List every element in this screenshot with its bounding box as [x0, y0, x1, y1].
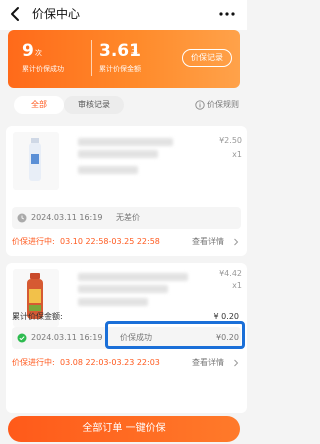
price-protection-page: 价保中心 9 次 累计价保成功 3.61 元 累计价保金额 价保记录 全部 审核…: [0, 0, 247, 444]
product-name-blurred: [78, 138, 173, 146]
highlight-annotation: [105, 321, 245, 349]
status-time: 2024.03.11 16:19: [31, 333, 103, 342]
product-name-blurred: [78, 273, 188, 281]
top-bar: 价保中心: [0, 0, 247, 30]
product-spec-blurred: [78, 166, 138, 174]
progress-range: 03.10 22:58-03.25 22:58: [60, 237, 160, 246]
filter-tabs: 全部 审核记录 价保规则: [0, 94, 247, 122]
total-amount-label: 累计价保金额: [99, 65, 141, 73]
protection-status-row: 2024.03.11 16:19 无差价: [12, 207, 241, 229]
product-price: ¥2.50: [219, 136, 242, 145]
success-count-unit: 次: [35, 49, 42, 57]
clock-icon: [17, 213, 27, 223]
product-image: [13, 132, 59, 190]
accumulated-amount-label: 累计价保金额:: [12, 312, 63, 321]
product-price: ¥4.42: [219, 269, 242, 278]
product-spec-blurred: [78, 298, 148, 306]
record-button[interactable]: 价保记录: [182, 49, 232, 67]
status-time: 2024.03.11 16:19: [31, 213, 103, 222]
check-circle-icon: [17, 333, 27, 343]
page-title: 价保中心: [32, 7, 81, 21]
progress-range: 03.08 22:03-03.23 22:03: [60, 358, 160, 367]
tab-audit-records[interactable]: 审核记录: [64, 96, 124, 114]
view-details-link[interactable]: 查看详情: [192, 357, 224, 369]
product-qty: x1: [232, 281, 242, 290]
success-count: 9: [22, 41, 34, 61]
banner-divider: [91, 40, 92, 76]
progress-label: 价保进行中:: [12, 358, 55, 367]
order-card[interactable]: ¥4.42 x1 累计价保金额: ¥ 0.20 2024.03.11 16:19…: [6, 263, 247, 413]
view-details-link[interactable]: 查看详情: [192, 236, 224, 248]
product-name-blurred: [78, 285, 168, 293]
rules-link-label: 价保规则: [207, 100, 239, 109]
chevron-right-icon: [234, 238, 239, 246]
tab-all[interactable]: 全部: [14, 96, 64, 114]
summary-banner: 9 次 累计价保成功 3.61 元 累计价保金额 价保记录: [8, 30, 240, 88]
progress-label: 价保进行中:: [12, 237, 55, 246]
chevron-right-icon: [234, 359, 239, 367]
status-text: 无差价: [116, 213, 140, 222]
product-qty: x1: [232, 150, 242, 159]
product-name-blurred: [78, 150, 158, 158]
one-click-protect-all-button[interactable]: 全部订单 一键价保: [8, 416, 240, 442]
total-amount-unit: 元: [131, 49, 138, 57]
success-count-label: 累计价保成功: [22, 65, 64, 73]
back-arrow-icon[interactable]: [9, 5, 23, 23]
rules-link[interactable]: 价保规则: [195, 99, 239, 111]
info-icon: [195, 100, 205, 110]
more-icon[interactable]: [217, 7, 237, 21]
order-card[interactable]: ¥2.50 x1 2024.03.11 16:19 无差价 价保进行中: 03.…: [6, 126, 247, 256]
